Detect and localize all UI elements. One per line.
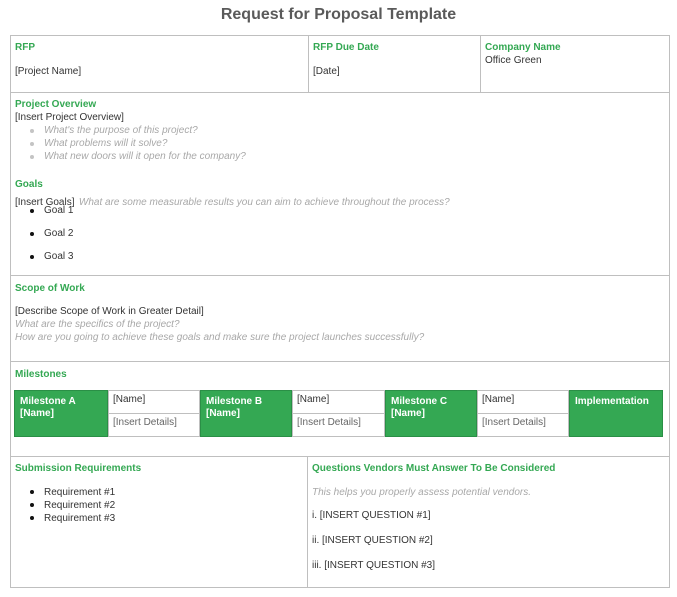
milestones-label: Milestones <box>15 369 67 380</box>
due-date-value[interactable]: [Date] <box>313 66 340 77</box>
list-item: Goal 3 <box>11 251 211 263</box>
rfp-label: RFP <box>15 42 35 53</box>
page-title: Request for Proposal Template <box>220 6 457 23</box>
list-item: Goal 1 <box>11 205 211 217</box>
list-item: Goal 2 <box>11 228 211 240</box>
rfp-document: Request for Proposal Template RFP [Proje… <box>0 0 677 597</box>
company-cell: Company Name Office Green <box>480 35 670 93</box>
submission-cell: Submission Requirements Requirement #1 R… <box>10 456 308 588</box>
goals-label: Goals <box>15 179 43 190</box>
overview-prompts: What's the purpose of this project? What… <box>11 124 411 163</box>
milestone-c-name[interactable]: [Name] <box>478 391 568 413</box>
questions-cell: Questions Vendors Must Answer To Be Cons… <box>307 456 670 588</box>
question-1[interactable]: i. [INSERT QUESTION #1] <box>312 510 431 521</box>
rfp-value[interactable]: [Project Name] <box>15 66 81 77</box>
submission-list: Requirement #1 Requirement #2 Requiremen… <box>11 486 271 525</box>
milestones-timeline: Milestone A [Name] [Name] [Insert Detail… <box>14 390 663 437</box>
scope-label: Scope of Work <box>15 283 85 294</box>
submission-label: Submission Requirements <box>15 463 142 474</box>
scope-hint-1: What are the specifics of the project? <box>15 319 180 330</box>
list-item: Requirement #2 <box>11 499 271 512</box>
milestone-c-label: Milestone C [Name] <box>385 390 477 437</box>
question-2[interactable]: ii. [INSERT QUESTION #2] <box>312 535 433 546</box>
milestone-c-details: [Name] [Insert Details] <box>477 390 569 437</box>
milestone-a-details: [Name] [Insert Details] <box>108 390 200 437</box>
milestone-b-info[interactable]: [Insert Details] <box>293 413 384 436</box>
milestone-a-info[interactable]: [Insert Details] <box>109 413 199 436</box>
list-item: Requirement #3 <box>11 512 271 525</box>
milestone-a-name[interactable]: [Name] <box>109 391 199 413</box>
milestone-b-label: Milestone B [Name] <box>200 390 292 437</box>
list-item: What problems will it solve? <box>11 137 411 150</box>
question-3[interactable]: iii. [INSERT QUESTION #3] <box>312 560 435 571</box>
due-date-cell: RFP Due Date [Date] <box>308 35 481 93</box>
company-value[interactable]: Office Green <box>485 55 542 66</box>
scope-hint-2: How are you going to achieve these goals… <box>15 332 425 343</box>
rfp-cell: RFP [Project Name] <box>10 35 309 93</box>
milestone-a-label: Milestone A [Name] <box>14 390 108 437</box>
questions-hint: This helps you properly assess potential… <box>312 487 532 498</box>
list-item: What's the purpose of this project? <box>11 124 411 137</box>
milestone-b-name[interactable]: [Name] <box>293 391 384 413</box>
overview-goals-cell: Project Overview [Insert Project Overvie… <box>10 92 670 276</box>
milestone-b-details: [Name] [Insert Details] <box>292 390 385 437</box>
list-item: What new doors will it open for the comp… <box>11 150 411 163</box>
implementation-label: Implementation <box>569 390 663 437</box>
company-label: Company Name <box>485 42 561 53</box>
overview-label: Project Overview <box>15 99 97 110</box>
overview-value[interactable]: [Insert Project Overview] <box>15 112 124 123</box>
due-date-label: RFP Due Date <box>313 42 379 53</box>
list-item: Requirement #1 <box>11 486 271 499</box>
milestone-c-info[interactable]: [Insert Details] <box>478 413 568 436</box>
scope-value[interactable]: [Describe Scope of Work in Greater Detai… <box>15 306 204 317</box>
questions-label: Questions Vendors Must Answer To Be Cons… <box>312 463 556 474</box>
scope-cell: Scope of Work [Describe Scope of Work in… <box>10 275 670 362</box>
goals-list: Goal 1 Goal 2 Goal 3 <box>11 205 211 263</box>
